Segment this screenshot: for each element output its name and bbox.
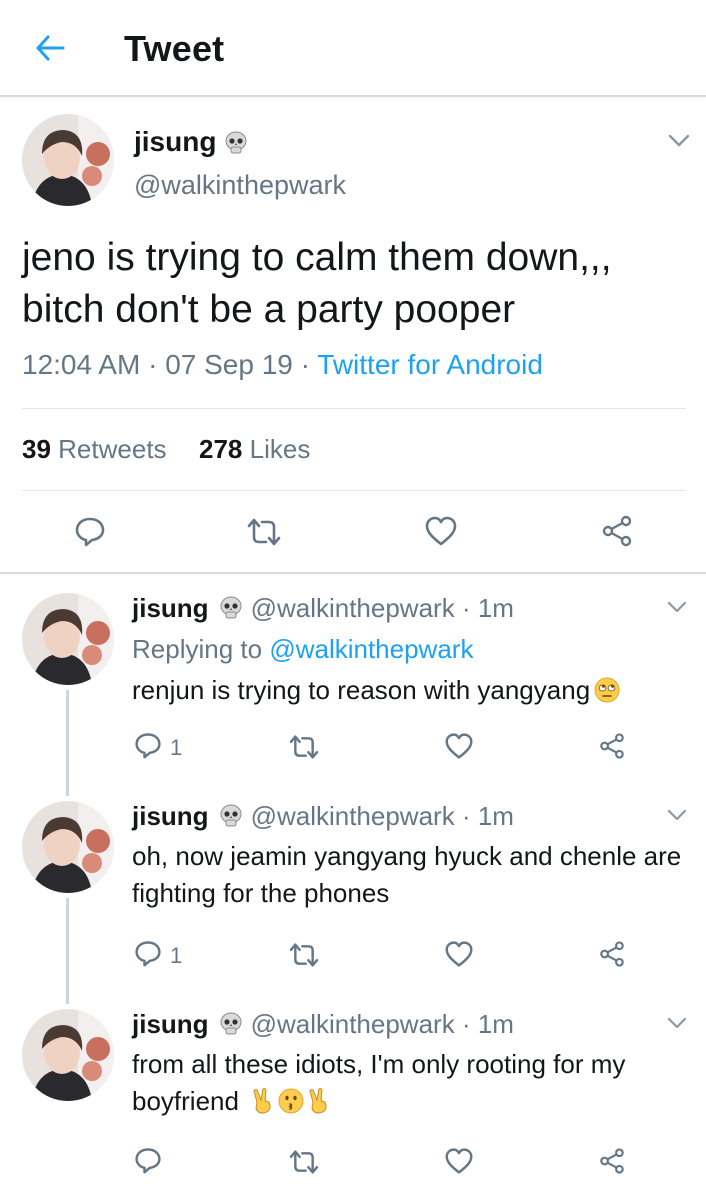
reply-time: 1m bbox=[477, 593, 514, 623]
tweet-meta: 12:04 AM · 07 Sep 19 · Twitter for Andro… bbox=[22, 349, 543, 381]
main-tweet-text: jeno is trying to calm them down,,, bitc… bbox=[22, 236, 612, 331]
reply-header[interactable]: jisung @walkinthepwark · 1m bbox=[132, 1009, 514, 1040]
retweet-icon bbox=[288, 942, 320, 973]
share-button[interactable] bbox=[598, 732, 626, 765]
page-title: Tweet bbox=[124, 28, 225, 69]
reply-icon bbox=[134, 939, 162, 972]
avatar[interactable] bbox=[22, 801, 114, 893]
like-icon bbox=[444, 732, 474, 765]
share-icon bbox=[598, 732, 626, 765]
chevron-down-icon[interactable] bbox=[664, 802, 690, 828]
like-button[interactable] bbox=[444, 940, 474, 973]
thread-line bbox=[66, 898, 69, 1004]
kissing-face-emoji bbox=[278, 1087, 304, 1114]
back-arrow-icon[interactable] bbox=[30, 28, 70, 68]
avatar[interactable] bbox=[22, 114, 114, 206]
reply-name[interactable]: jisung bbox=[132, 1009, 209, 1039]
share-button[interactable] bbox=[598, 940, 626, 973]
reply-button[interactable] bbox=[134, 1146, 162, 1179]
victory-hand-emoji bbox=[306, 1087, 332, 1114]
reply-icon bbox=[134, 1146, 162, 1179]
reply-icon bbox=[74, 515, 106, 552]
retweet-icon bbox=[288, 1149, 320, 1180]
tweet-time: 12:04 AM bbox=[22, 349, 141, 380]
main-tweet-name[interactable]: jisung bbox=[134, 126, 216, 158]
share-icon bbox=[600, 515, 634, 552]
tweet-stats: 39 Retweets 278 Likes bbox=[22, 434, 310, 465]
reply-handle[interactable]: @walkinthepwark bbox=[251, 1009, 455, 1039]
meta-separator: · bbox=[454, 593, 478, 623]
retweet-button[interactable] bbox=[288, 734, 320, 765]
reply-icon bbox=[134, 731, 162, 764]
reply-count: 1 bbox=[170, 734, 183, 760]
replying-to: Replying to @walkinthepwark bbox=[132, 634, 474, 664]
reply-header[interactable]: jisung @walkinthepwark · 1m bbox=[132, 593, 514, 624]
skull-emoji bbox=[219, 804, 243, 828]
like-icon bbox=[444, 940, 474, 973]
retweet-button[interactable] bbox=[288, 942, 320, 973]
like-icon bbox=[444, 1147, 474, 1180]
reply-button[interactable] bbox=[74, 515, 106, 552]
retweet-icon bbox=[246, 517, 282, 552]
tweet-date: 07 Sep 19 bbox=[165, 349, 293, 380]
reply-handle[interactable]: @walkinthepwark bbox=[251, 801, 455, 831]
like-button[interactable] bbox=[424, 515, 458, 552]
skull-emoji bbox=[219, 596, 243, 620]
reply-button[interactable]: 1 bbox=[134, 939, 182, 972]
top-bar: Tweet bbox=[0, 0, 706, 97]
reply-time: 1m bbox=[477, 1009, 514, 1039]
share-icon bbox=[598, 940, 626, 973]
reply-text: oh, now jeamin yangyang hyuck and chenle… bbox=[132, 841, 682, 908]
chevron-down-icon[interactable] bbox=[666, 128, 692, 154]
rolling-eyes-emoji bbox=[594, 676, 620, 703]
reply-time: 1m bbox=[477, 801, 514, 831]
likes-stat[interactable]: 278 Likes bbox=[199, 434, 310, 464]
meta-separator: · bbox=[454, 801, 478, 831]
skull-emoji bbox=[224, 131, 248, 155]
thread-line bbox=[66, 690, 69, 796]
chevron-down-icon[interactable] bbox=[664, 1010, 690, 1036]
reply-name[interactable]: jisung bbox=[132, 801, 209, 831]
meta-separator: · bbox=[300, 349, 318, 380]
avatar[interactable] bbox=[22, 593, 114, 685]
divider bbox=[22, 490, 686, 491]
like-icon bbox=[424, 515, 458, 552]
like-button[interactable] bbox=[444, 1147, 474, 1180]
retweets-stat[interactable]: 39 Retweets bbox=[22, 434, 167, 464]
replying-to-link[interactable]: @walkinthepwark bbox=[269, 634, 473, 664]
skull-emoji bbox=[219, 1012, 243, 1036]
meta-separator: · bbox=[454, 1009, 478, 1039]
reply-button[interactable]: 1 bbox=[134, 731, 182, 764]
retweet-icon bbox=[288, 734, 320, 765]
main-tweet-handle[interactable]: @walkinthepwark bbox=[134, 170, 346, 201]
share-icon bbox=[598, 1147, 626, 1180]
reply-text: renjun is trying to reason with yangyang bbox=[132, 672, 692, 709]
divider bbox=[22, 408, 686, 409]
section-divider bbox=[0, 572, 706, 574]
like-button[interactable] bbox=[444, 732, 474, 765]
share-button[interactable] bbox=[598, 1147, 626, 1180]
tweet-source-link[interactable]: Twitter for Android bbox=[317, 349, 543, 380]
avatar[interactable] bbox=[22, 1009, 114, 1101]
reply-text: from all these idiots, I'm only rooting … bbox=[132, 1049, 626, 1116]
victory-hand-emoji bbox=[250, 1087, 276, 1114]
chevron-down-icon[interactable] bbox=[664, 594, 690, 620]
share-button[interactable] bbox=[600, 515, 634, 552]
reply-handle[interactable]: @walkinthepwark bbox=[251, 593, 455, 623]
reply-header[interactable]: jisung @walkinthepwark · 1m bbox=[132, 801, 514, 832]
reply-count: 1 bbox=[170, 942, 183, 968]
meta-separator: · bbox=[148, 349, 166, 380]
reply-name[interactable]: jisung bbox=[132, 593, 209, 623]
retweet-button[interactable] bbox=[246, 517, 282, 552]
retweet-button[interactable] bbox=[288, 1149, 320, 1180]
